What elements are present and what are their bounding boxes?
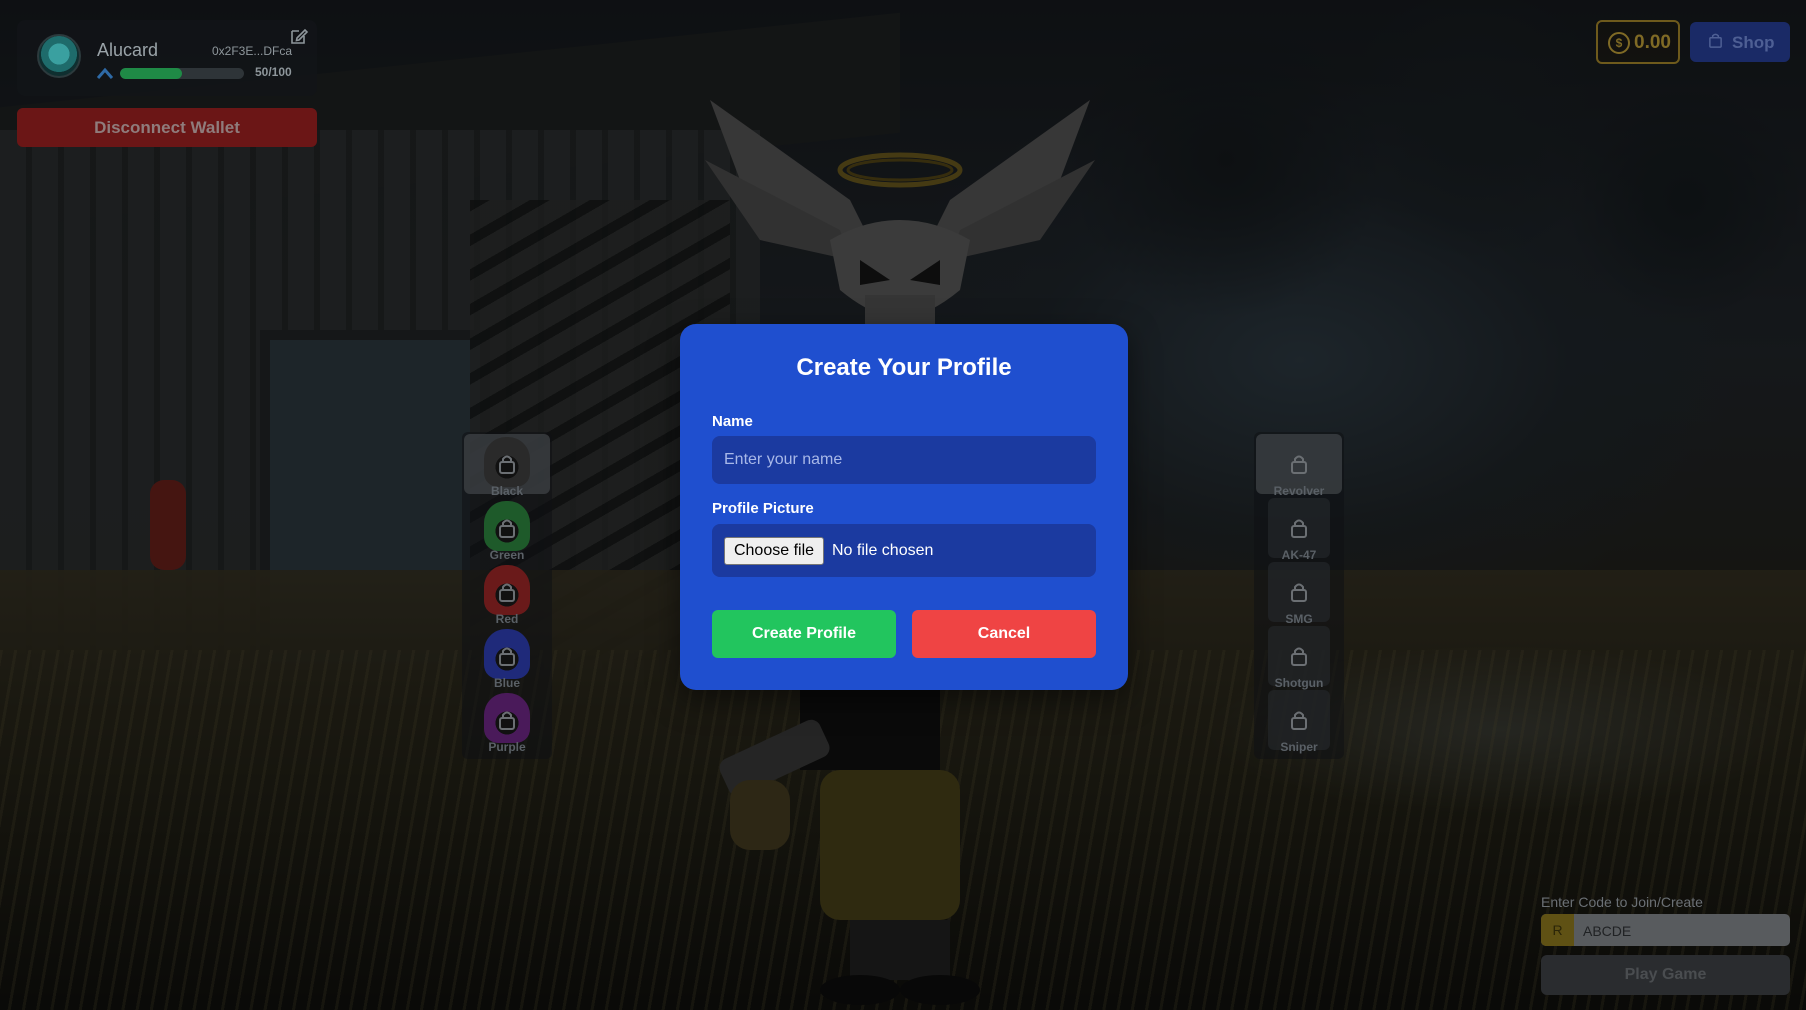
coin-icon: $ — [1608, 32, 1630, 54]
disconnect-wallet-button[interactable]: Disconnect Wallet — [17, 108, 317, 147]
profile-picture-label: Profile Picture — [712, 500, 814, 517]
coin-balance: $ 0.00 — [1596, 20, 1680, 64]
weapon-option[interactable]: Revolver — [1256, 434, 1342, 498]
room-code-field: R — [1541, 914, 1790, 946]
shopping-bag-icon — [1709, 33, 1722, 48]
choose-file-button[interactable]: Choose file — [724, 537, 824, 565]
wallet-address: 0x2F3E...DFca — [212, 44, 293, 58]
skin-option[interactable]: Black — [464, 434, 550, 498]
skin-option-label: Black — [490, 484, 524, 498]
name-input[interactable] — [712, 436, 1096, 484]
lock-icon — [499, 711, 515, 730]
weapon-option-label: Sniper — [1280, 740, 1318, 754]
weapon-option-label: Revolver — [1273, 484, 1325, 498]
lock-icon — [1291, 519, 1307, 538]
skin-option-label: Red — [495, 612, 519, 626]
skin-option[interactable]: Red — [476, 562, 538, 626]
xp-progress-bar — [120, 68, 244, 79]
room-code-input[interactable] — [1581, 914, 1785, 946]
lock-icon — [1291, 711, 1307, 730]
lock-icon — [499, 519, 515, 538]
weapon-option[interactable]: AK-47 — [1268, 498, 1330, 562]
weapon-selector-panel: Revolver AK-47 SMG Shotgun Sniper — [1254, 432, 1344, 759]
weapon-option-label: AK-47 — [1281, 548, 1317, 562]
edit-profile-icon[interactable] — [289, 26, 309, 46]
level-chevron-icon — [97, 67, 113, 79]
skin-option[interactable]: Purple — [476, 690, 538, 754]
skin-option-label: Green — [489, 548, 525, 562]
lock-icon — [1291, 455, 1307, 474]
lock-icon — [1291, 583, 1307, 602]
cancel-button[interactable]: Cancel — [912, 610, 1096, 658]
file-status-text: No file chosen — [832, 542, 934, 559]
lock-icon — [499, 647, 515, 666]
player-name: Alucard — [97, 40, 159, 60]
coin-value: 0.00 — [1634, 32, 1671, 53]
xp-text: 50/100 — [255, 65, 292, 79]
play-game-button[interactable]: Play Game — [1541, 955, 1790, 995]
avatar[interactable] — [37, 34, 81, 78]
skin-option[interactable]: Green — [476, 498, 538, 562]
weapon-option-label: Shotgun — [1274, 676, 1324, 690]
modal-title: Create Your Profile — [796, 354, 1012, 381]
weapon-option[interactable]: SMG — [1268, 562, 1330, 626]
xp-progress-fill — [120, 68, 182, 79]
create-profile-button[interactable]: Create Profile — [712, 610, 896, 658]
name-label: Name — [712, 413, 753, 430]
join-code-label: Enter Code to Join/Create — [1541, 894, 1703, 910]
skin-option-label: Purple — [488, 740, 526, 754]
shop-button[interactable]: Shop — [1690, 22, 1790, 62]
shop-label: Shop — [1732, 33, 1775, 52]
lock-icon — [499, 455, 515, 474]
skin-option-label: Blue — [493, 676, 520, 690]
room-code-prefix: R — [1541, 914, 1574, 946]
skin-selector-panel: Black Green Red Blue Purple — [462, 432, 552, 759]
player-profile-card: Alucard 0x2F3E...DFca 50/100 — [17, 20, 317, 96]
weapon-option[interactable]: Sniper — [1268, 690, 1330, 754]
lock-icon — [499, 583, 515, 602]
profile-picture-file-field: Choose file No file chosen — [712, 524, 1096, 577]
weapon-option-label: SMG — [1285, 612, 1313, 626]
create-profile-modal: Create Your Profile Name Profile Picture… — [680, 324, 1128, 690]
skin-option[interactable]: Blue — [476, 626, 538, 690]
weapon-option[interactable]: Shotgun — [1268, 626, 1330, 690]
lock-icon — [1291, 647, 1307, 666]
